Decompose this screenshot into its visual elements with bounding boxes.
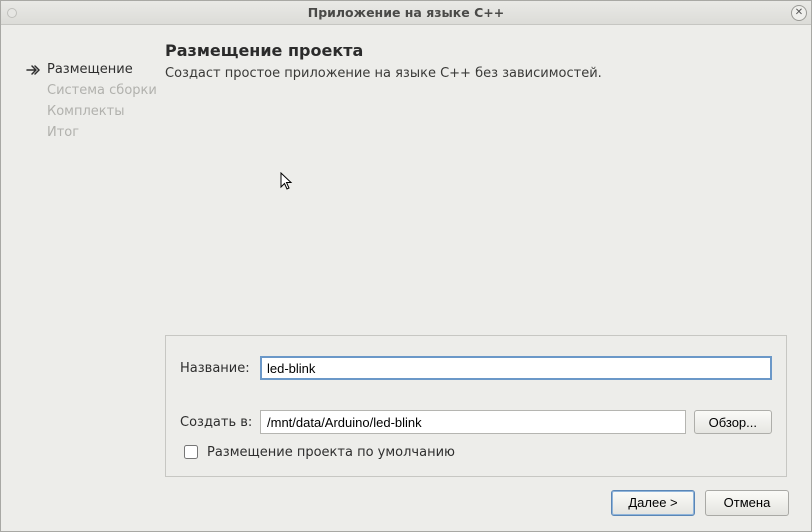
path-label: Создать в:: [180, 415, 252, 430]
step-label: Размещение: [47, 62, 133, 77]
path-input[interactable]: [260, 410, 686, 434]
step-indicator-icon: [25, 64, 41, 76]
close-icon: ✕: [795, 8, 803, 18]
wizard-body: Размещение · Система сборки · Комплекты …: [1, 25, 811, 531]
wizard-main: Размещение проекта Создаст простое прило…: [165, 39, 787, 483]
default-location-checkbox[interactable]: [184, 445, 198, 459]
next-button[interactable]: Далее >: [611, 490, 695, 516]
default-location-label[interactable]: Размещение проекта по умолчанию: [207, 445, 455, 460]
page-subheading: Создаст простое приложение на языке C++ …: [165, 66, 787, 81]
row-path: Создать в: Обзор...: [180, 410, 772, 434]
step-build-system: · Система сборки: [25, 80, 165, 101]
step-label: Комплекты: [47, 104, 125, 119]
browse-button[interactable]: Обзор...: [694, 410, 772, 434]
form-panel: Название: Создать в: Обзор... Размещение…: [165, 335, 787, 477]
row-gap: [180, 388, 772, 402]
titlebar: Приложение на языке C++ ✕: [1, 1, 811, 25]
row-name: Название:: [180, 356, 772, 380]
row-default-location: Размещение проекта по умолчанию: [180, 442, 772, 462]
wizard-sidebar: Размещение · Система сборки · Комплекты …: [25, 39, 165, 483]
name-input[interactable]: [260, 356, 772, 380]
spacer: [165, 89, 787, 335]
step-kits: · Комплекты: [25, 101, 165, 122]
content-area: Размещение · Система сборки · Комплекты …: [1, 25, 811, 483]
cancel-button[interactable]: Отмена: [705, 490, 789, 516]
wizard-window: Приложение на языке C++ ✕ Размещение ·: [0, 0, 812, 532]
name-label: Название:: [180, 361, 252, 376]
window-title: Приложение на языке C++: [1, 5, 811, 20]
page-heading: Размещение проекта: [165, 41, 787, 60]
step-label: Система сборки: [47, 83, 157, 98]
step-location: Размещение: [25, 59, 165, 80]
step-summary: · Итог: [25, 122, 165, 143]
close-button[interactable]: ✕: [791, 5, 807, 21]
step-label: Итог: [47, 125, 79, 140]
button-bar: Далее > Отмена: [1, 483, 811, 531]
window-control-placeholder: [7, 8, 17, 18]
